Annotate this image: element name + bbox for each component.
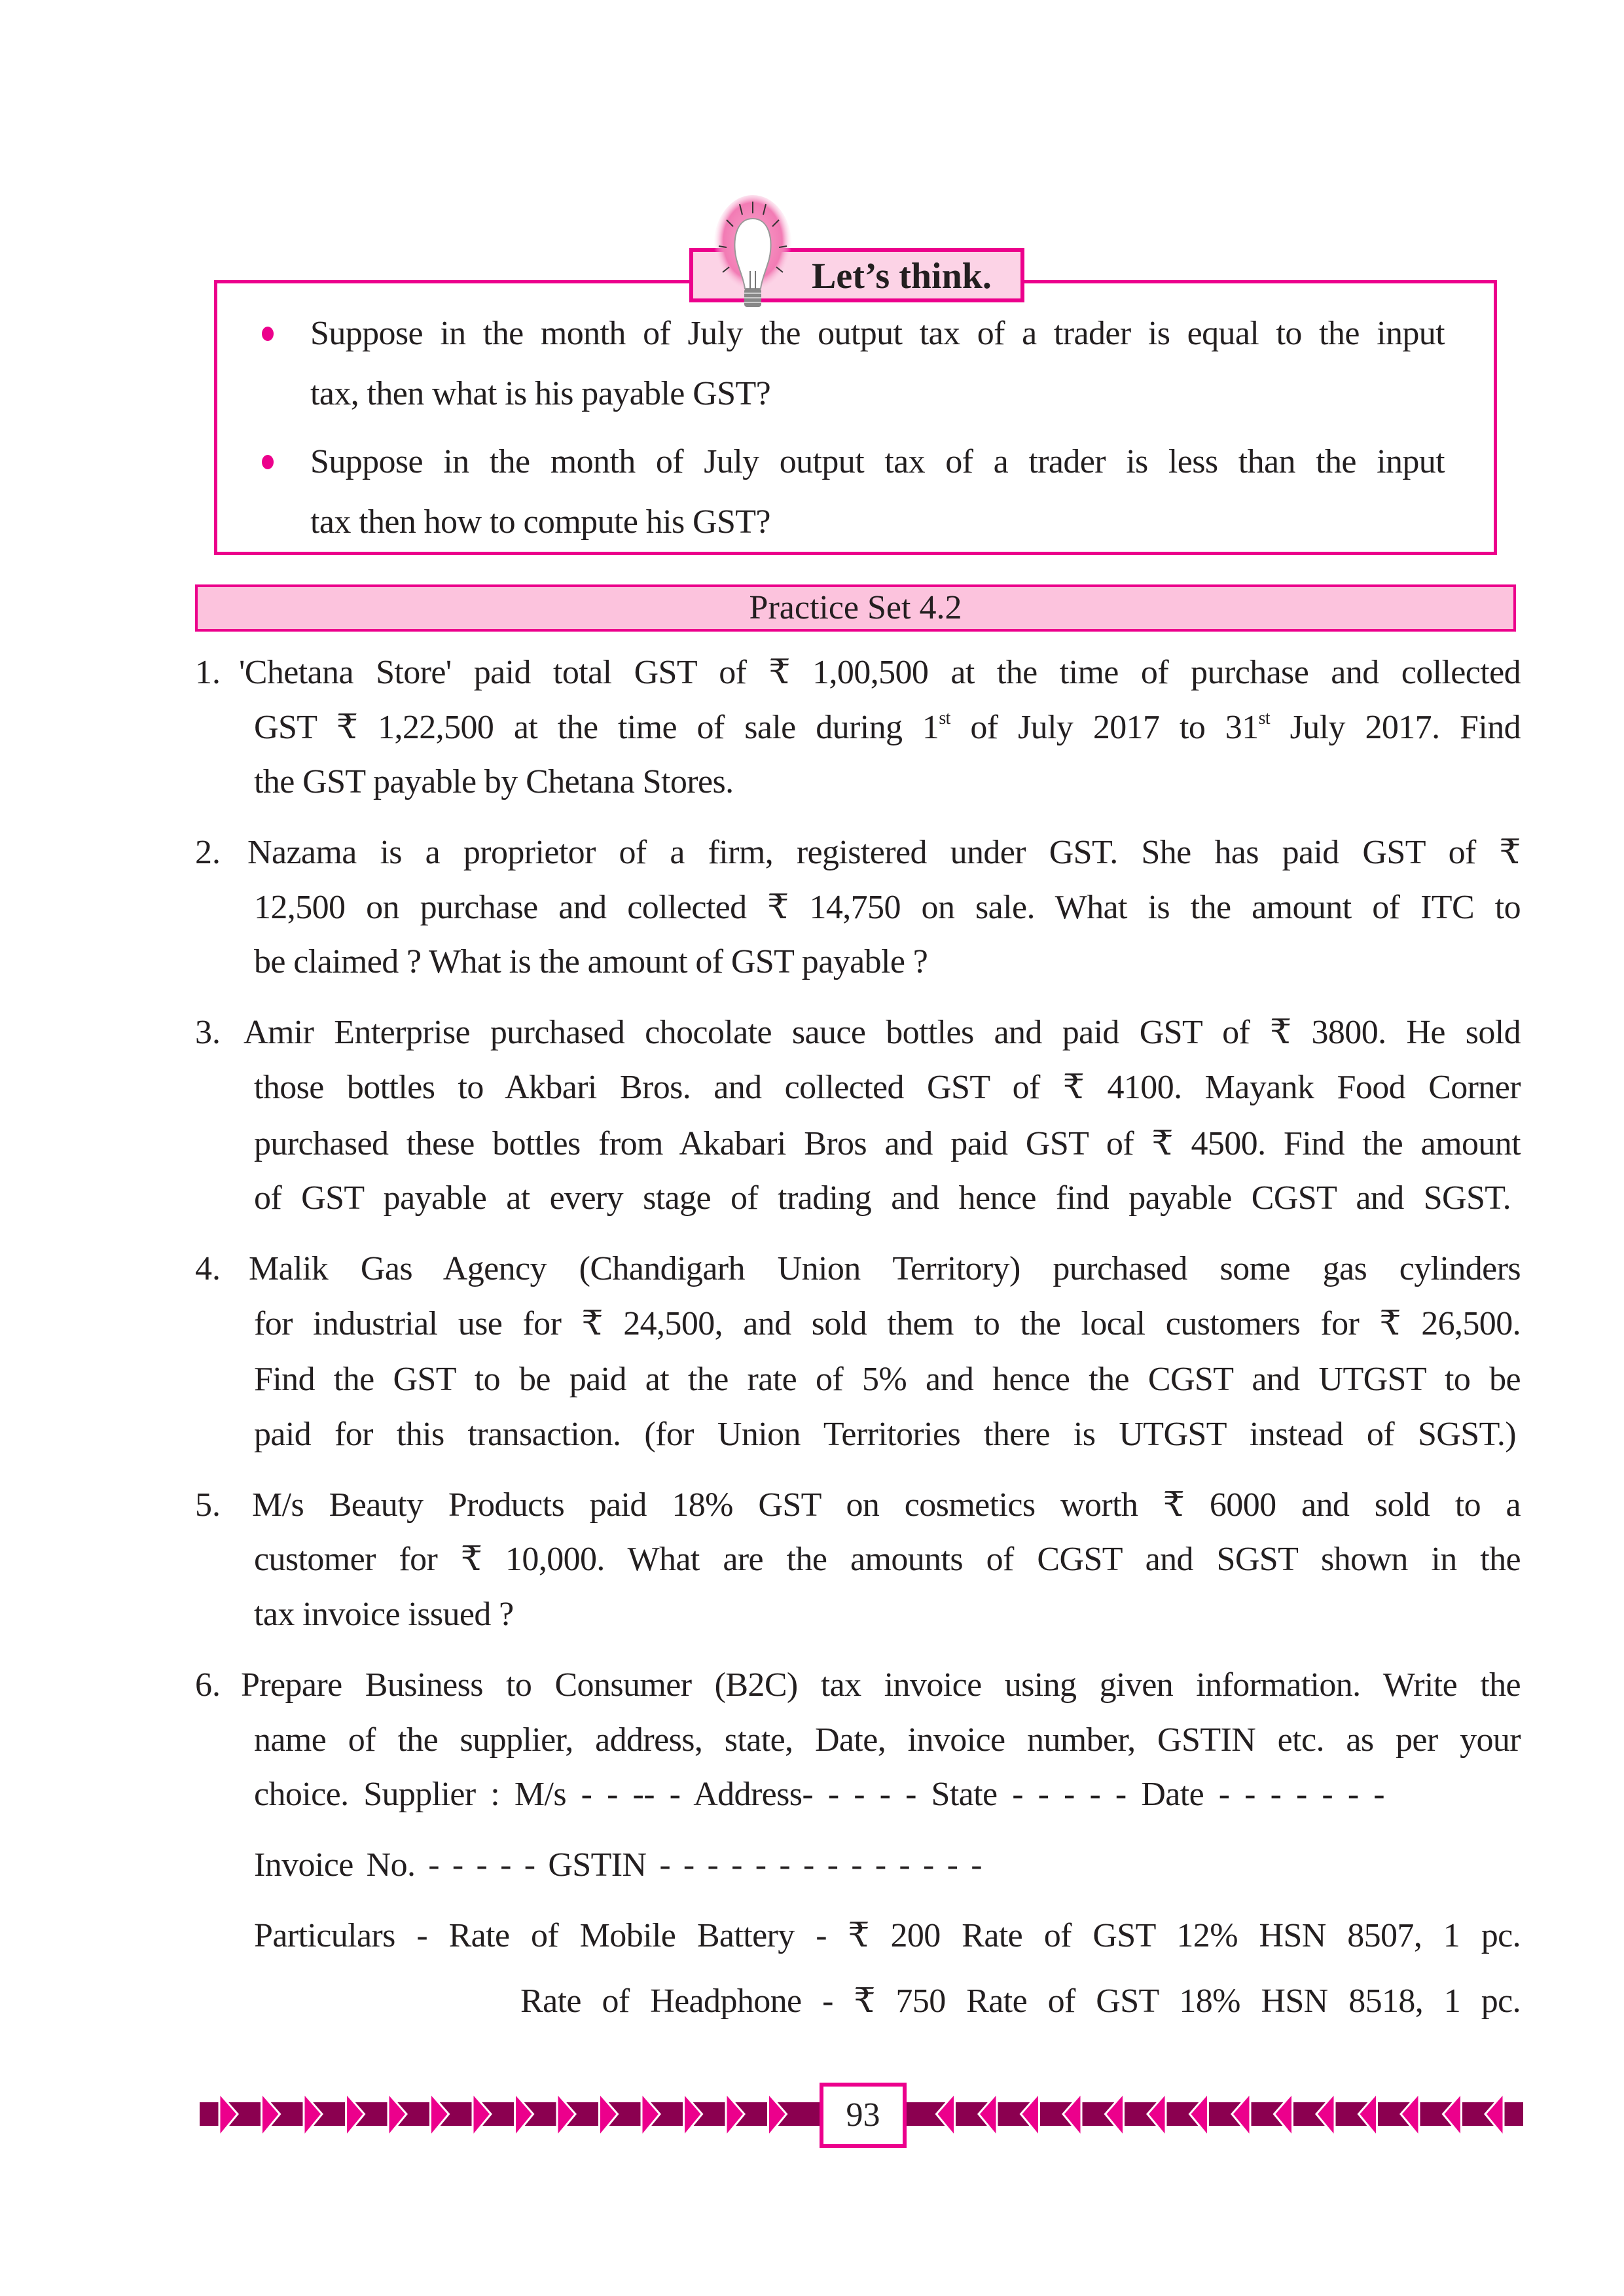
left-arrow-icon	[1019, 2090, 1040, 2140]
q3-line-2: those bottles to Akbari Bros. and collec…	[254, 1069, 1521, 1106]
q1-line-2: GST ₹ 1,22,500 at the time of sale durin…	[254, 705, 1521, 751]
q5-line-3: tax invoice issued ?	[254, 1596, 514, 1633]
q3-line-4: of GST payable at every stage of trading…	[254, 1179, 1511, 1217]
question-number: 2.	[195, 834, 221, 871]
question-number: 1.	[195, 654, 221, 691]
q6-invoice-line: Invoice No. - - - - - GSTIN - - - - - - …	[254, 1846, 983, 1884]
q3-line-1: Amir Enterprise purchased chocolate sauc…	[244, 1014, 1521, 1051]
question-number: 3.	[195, 1014, 221, 1051]
q4-line-1: Malik Gas Agency (Chandigarh Union Terri…	[249, 1250, 1521, 1287]
right-arrow-icon	[218, 2090, 239, 2140]
left-arrow-icon	[1399, 2090, 1420, 2140]
lightbulb-icon	[713, 195, 792, 307]
right-arrow-icon	[429, 2090, 450, 2140]
q3-line-3: purchased these bottles from Akabari Bro…	[254, 1125, 1521, 1162]
left-arrow-icon	[1441, 2090, 1462, 2140]
q6-particulars-battery: Particulars - Rate of Mobile Battery - ₹…	[254, 1917, 1521, 1954]
q1-line-3: the GST payable by Chetana Stores.	[254, 763, 734, 800]
q1-text: of July 2017 to 31	[950, 709, 1259, 746]
q4-line-4: paid for this transaction. (for Union Te…	[254, 1416, 1517, 1453]
left-arrow-icon	[1484, 2090, 1505, 2140]
superscript: st	[1258, 708, 1271, 728]
right-arrow-icon	[683, 2090, 704, 2140]
q5-line-1: M/s Beauty Products paid 18% GST on cosm…	[252, 1486, 1521, 1524]
left-arrow-icon	[1104, 2090, 1125, 2140]
left-arrow-icon	[977, 2090, 998, 2140]
left-arrow-icon	[935, 2090, 956, 2140]
q2-line-2: 12,500 on purchase and collected ₹ 14,75…	[254, 889, 1521, 926]
bullet-icon	[262, 455, 274, 469]
left-arrow-icon	[1188, 2090, 1209, 2140]
right-arrow-icon	[556, 2090, 577, 2140]
right-arrow-icon	[767, 2090, 788, 2140]
think-bullet-1-line-1: Suppose in the month of July the output …	[310, 315, 1445, 352]
page-number: 93	[820, 2083, 907, 2148]
think-bullet-2-line-2: tax then how to compute his GST?	[310, 503, 771, 541]
bullet-icon	[262, 327, 274, 341]
right-arrow-icon	[471, 2090, 492, 2140]
q6-line-1: Prepare Business to Consumer (B2C) tax i…	[241, 1666, 1521, 1704]
right-arrow-icon	[387, 2090, 408, 2140]
left-arrow-icon	[1357, 2090, 1378, 2140]
right-arrow-icon	[640, 2090, 661, 2140]
q4-line-2: for industrial use for ₹ 24,500, and sol…	[254, 1305, 1521, 1342]
q4-line-3: Find the GST to be paid at the rate of 5…	[254, 1361, 1521, 1398]
q1-text: GST ₹ 1,22,500 at the time of sale durin…	[254, 709, 939, 746]
right-arrow-icon	[345, 2090, 366, 2140]
right-arrow-icon	[514, 2090, 535, 2140]
q2-line-3: be claimed ? What is the amount of GST p…	[254, 943, 928, 980]
q6-particulars-headphone: Rate of Headphone - ₹ 750 Rate of GST 18…	[520, 1982, 1521, 2020]
q1-line-1: 'Chetana Store' paid total GST of ₹ 1,00…	[239, 654, 1521, 691]
q5-line-2: customer for ₹ 10,000. What are the amou…	[254, 1541, 1521, 1578]
left-arrow-icon	[1062, 2090, 1083, 2140]
right-arrow-icon	[302, 2090, 323, 2140]
left-arrow-icon	[1231, 2090, 1252, 2140]
superscript: st	[939, 708, 950, 728]
q2-line-1: Nazama is a proprietor of a firm, regist…	[247, 834, 1521, 871]
right-arrow-icon	[598, 2090, 619, 2140]
q6-line-2: name of the supplier, address, state, Da…	[254, 1721, 1521, 1759]
right-arrow-icon	[725, 2090, 746, 2140]
question-number: 5.	[195, 1486, 221, 1524]
think-bullet-1-line-2: tax, then what is his payable GST?	[310, 375, 771, 412]
left-arrow-icon	[1315, 2090, 1336, 2140]
q1-text: July 2017. Find	[1270, 709, 1521, 746]
practice-set-title: Practice Set 4.2	[195, 584, 1516, 632]
lets-think-title: Let’s think.	[812, 256, 992, 296]
right-arrow-icon	[261, 2090, 281, 2140]
question-number: 6.	[195, 1666, 221, 1704]
left-arrow-icon	[1272, 2090, 1293, 2140]
left-arrow-icon	[1146, 2090, 1167, 2140]
question-number: 4.	[195, 1250, 221, 1287]
think-bullet-2-line-1: Suppose in the month of July output tax …	[310, 443, 1445, 480]
q6-supplier-line: choice. Supplier : M/s - - -- - Address-…	[254, 1776, 1385, 1813]
